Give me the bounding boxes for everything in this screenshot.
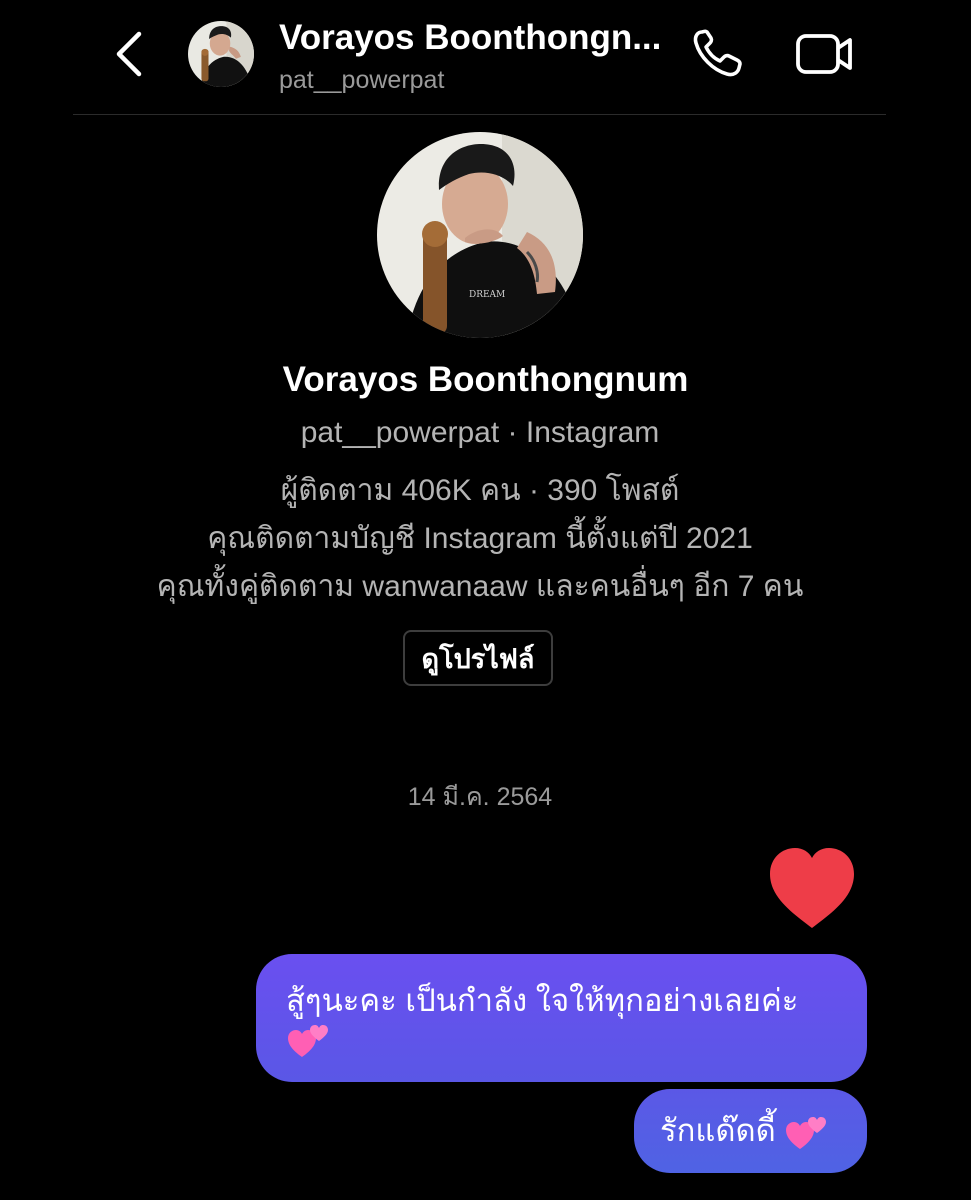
profile-stats-line: ผู้ติดตาม 406K คน · 390 โพสต์: [280, 474, 680, 507]
two-hearts-icon: [786, 1116, 827, 1149]
header-avatar[interactable]: [188, 21, 254, 87]
header-username: pat__powerpat: [279, 66, 445, 94]
profile-handle-line: pat__powerpat · Instagram: [300, 416, 660, 449]
avatar-photo: [188, 21, 254, 87]
heart-message[interactable]: [764, 844, 860, 932]
video-camera-icon: [796, 34, 852, 74]
red-heart-icon: [770, 848, 854, 928]
chat-header: Vorayos Boonthongn... pat__powerpat: [0, 0, 971, 115]
video-call-button[interactable]: [792, 26, 856, 82]
header-divider: [73, 114, 886, 115]
phone-icon: [693, 29, 742, 77]
message-text: สู้ๆนะคะ เป็นกำลัง ใจให้ทุกอย่างเลยค่ะ: [286, 983, 799, 1018]
profile-name: Vorayos Boonthongnum: [282, 360, 689, 399]
chevron-left-icon: [116, 31, 142, 77]
voice-call-button[interactable]: [688, 26, 748, 82]
message-text: รักแด๊ดดี้: [660, 1113, 776, 1148]
date-separator: 14 มี.ค. 2564: [407, 783, 553, 811]
two-hearts-icon: [288, 1024, 328, 1057]
profile-avatar[interactable]: DREAM: [377, 132, 583, 338]
profile-photo: DREAM: [377, 132, 583, 338]
message-bubble[interactable]: สู้ๆนะคะ เป็นกำลัง ใจให้ทุกอย่างเลยค่ะ: [256, 954, 867, 1082]
mutual-followers-line: คุณทั้งคู่ติดตาม wanwanaaw และคนอื่นๆ อี…: [156, 570, 804, 603]
back-button[interactable]: [100, 22, 156, 86]
header-title: Vorayos Boonthongn...: [279, 18, 662, 57]
view-profile-button[interactable]: ดูโปรไฟล์: [403, 630, 553, 686]
follow-since-line: คุณติดตามบัญชี Instagram นี้ตั้งแต่ปี 20…: [207, 522, 753, 555]
message-bubble[interactable]: รักแด๊ดดี้: [634, 1089, 867, 1173]
svg-text:DREAM: DREAM: [469, 290, 505, 300]
